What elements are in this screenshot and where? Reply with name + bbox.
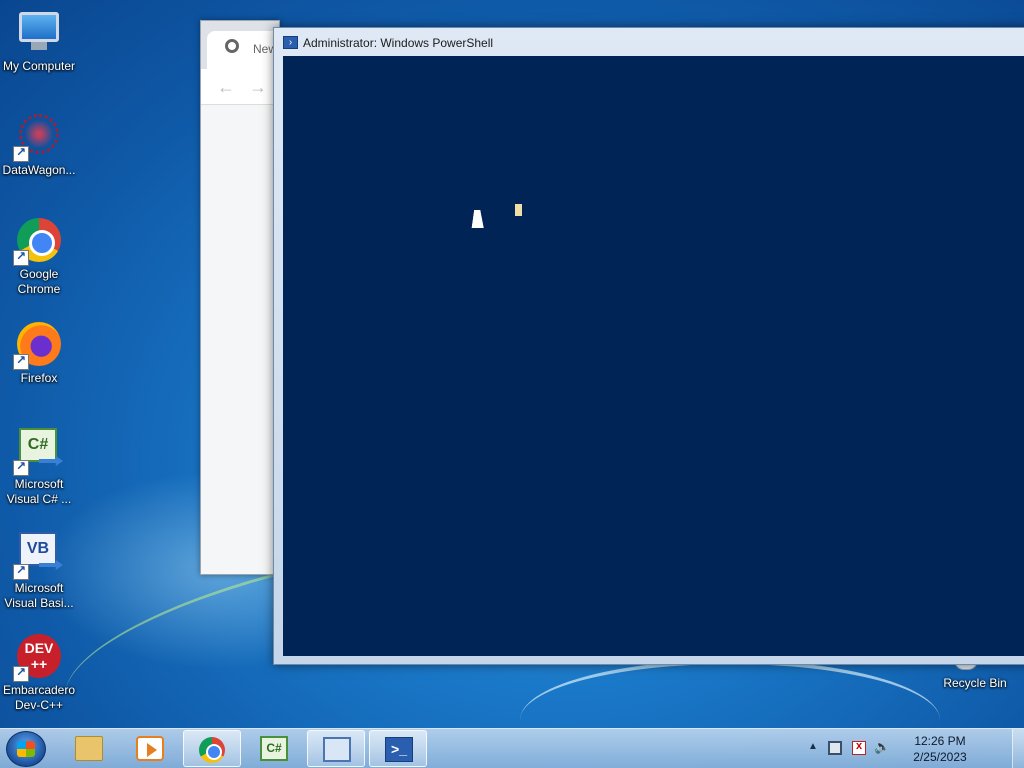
visual-basic-icon: VB xyxy=(19,532,57,566)
chrome-tab-favicon-icon xyxy=(225,39,239,53)
desktop-icon-label: Firefox xyxy=(20,371,58,385)
text-cursor xyxy=(515,204,522,216)
chrome-toolbar: ← → xyxy=(201,69,279,105)
shortcut-arrow-icon xyxy=(13,459,29,476)
show-hidden-icons-icon[interactable]: ▲ xyxy=(808,741,818,752)
shortcut-arrow-icon xyxy=(13,145,29,162)
desktop-icon-recycle-bin[interactable]: Recycle Bin xyxy=(936,660,1014,691)
media-player-icon xyxy=(136,736,164,761)
powershell-title-bar[interactable]: › Administrator: Windows PowerShell xyxy=(274,28,1024,56)
desktop-icon-visual-csharp[interactable]: C# Microsoft Visual C# ... xyxy=(0,426,78,507)
volume-icon[interactable]: 🔈 xyxy=(874,739,890,754)
desktop-icon-dev-cpp[interactable]: DEV ++ Embarcadero Dev-C++ xyxy=(0,632,78,713)
taskbar-visual-csharp[interactable]: C# xyxy=(245,730,303,767)
clock-date: 2/25/2023 xyxy=(913,750,967,764)
chrome-icon xyxy=(199,737,225,763)
control-panel-icon xyxy=(323,737,351,762)
desktop-icon-label: Recycle Bin xyxy=(943,676,1007,690)
powershell-icon: › xyxy=(283,36,298,49)
taskbar-google-chrome[interactable] xyxy=(183,730,241,767)
taskbar-windows-powershell[interactable]: >_ xyxy=(369,730,427,767)
shortcut-arrow-icon xyxy=(13,249,29,266)
taskbar-control-panel[interactable] xyxy=(307,730,365,767)
powershell-window[interactable]: › Administrator: Windows PowerShell xyxy=(273,27,1024,665)
desktop-icon-visual-basic[interactable]: VB Microsoft Visual Basi... xyxy=(0,530,78,611)
desktop-icon-label: My Computer xyxy=(2,59,76,73)
powershell-console[interactable] xyxy=(283,56,1024,656)
taskbar-windows-explorer[interactable] xyxy=(60,730,118,767)
taskbar-media-player[interactable] xyxy=(121,730,179,767)
network-icon[interactable] xyxy=(828,741,842,755)
clock-time: 12:26 PM xyxy=(914,734,966,748)
desktop-icon-label: Google Chrome xyxy=(17,267,61,296)
window-title: Administrator: Windows PowerShell xyxy=(303,36,494,50)
desktop-icon-firefox[interactable]: Firefox xyxy=(0,320,78,386)
clock[interactable]: 12:26 PM 2/25/2023 xyxy=(900,733,980,765)
mouse-pointer-icon xyxy=(471,210,487,228)
system-tray: ▲ 🔈 12:26 PM 2/25/2023 xyxy=(808,729,988,768)
start-button[interactable] xyxy=(6,731,46,767)
desktop-icon-my-computer[interactable]: My Computer xyxy=(0,8,78,74)
csharp-icon: C# xyxy=(260,736,288,761)
computer-icon xyxy=(19,12,59,42)
powershell-icon: >_ xyxy=(385,737,413,762)
forward-arrow-icon[interactable]: → xyxy=(249,77,267,98)
folder-icon xyxy=(75,736,103,761)
show-desktop-button[interactable] xyxy=(1012,729,1024,768)
desktop-icon-label: Microsoft Visual C# ... xyxy=(6,477,72,506)
chrome-tab-strip: New xyxy=(201,21,287,69)
taskbar: C# >_ ▲ 🔈 12:26 PM 2/25/2023 xyxy=(0,728,1024,768)
shortcut-arrow-icon xyxy=(13,353,29,370)
csharp-icon: C# xyxy=(19,428,57,462)
chrome-window[interactable]: New ← → xyxy=(200,20,287,575)
desktop-icon-google-chrome[interactable]: Google Chrome xyxy=(0,216,78,297)
desktop-icon-label: Embarcadero Dev-C++ xyxy=(2,683,76,712)
shortcut-arrow-icon xyxy=(13,665,29,682)
desktop-icon-datawagon[interactable]: DataWagon... xyxy=(0,112,78,178)
desktop-icon-label: DataWagon... xyxy=(2,163,76,177)
back-arrow-icon[interactable]: ← xyxy=(217,77,235,98)
action-center-flag-icon[interactable] xyxy=(852,740,866,755)
desktop-icon-label: Microsoft Visual Basi... xyxy=(4,581,74,610)
shortcut-arrow-icon xyxy=(13,563,29,580)
